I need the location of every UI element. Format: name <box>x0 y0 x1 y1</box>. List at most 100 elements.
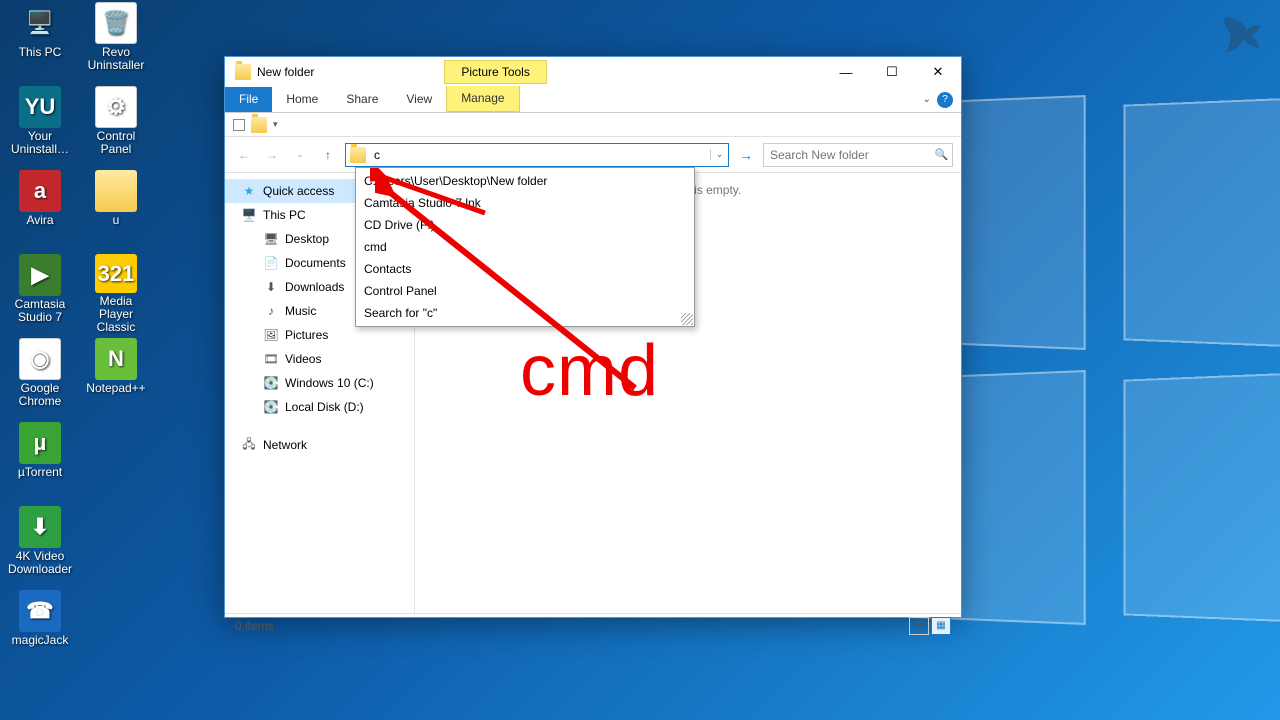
icons-view-button[interactable]: ▦ <box>931 617 951 635</box>
sidebar-icon: 🖥️ <box>241 207 257 223</box>
desktop-icon-label: Revo Uninstaller <box>81 46 151 72</box>
details-view-button[interactable]: ☰ <box>909 617 929 635</box>
desktop-icon[interactable]: N Notepad++ <box>81 338 151 418</box>
autocomplete-item[interactable]: Contacts <box>356 258 694 280</box>
address-bar[interactable]: ⌄ <box>345 143 729 167</box>
recent-dropdown-icon[interactable]: ⌄ <box>289 144 311 166</box>
app-icon: 🖥️ <box>19 2 61 44</box>
tab-view[interactable]: View <box>392 87 446 112</box>
desktop-icon[interactable]: u <box>81 170 151 250</box>
desktop-icon-label: Google Chrome <box>5 382 75 408</box>
desktop-icon-label: Your Uninstall… <box>5 130 75 156</box>
app-icon: ☎ <box>19 590 61 632</box>
desktop-icon-label: µTorrent <box>18 466 62 479</box>
desktop-icon[interactable]: ⬇4K Video Downloader <box>5 506 75 586</box>
sidebar-icon: 📄 <box>263 255 279 271</box>
sidebar-icon: 💽 <box>263 399 279 415</box>
app-icon: ⬇ <box>19 506 61 548</box>
context-tab-picture-tools[interactable]: Picture Tools <box>444 60 546 84</box>
address-dropdown-icon[interactable]: ⌄ <box>710 149 728 160</box>
desktop-icon[interactable]: 🗑️Revo Uninstaller <box>81 2 151 82</box>
app-icon: ⚙ <box>95 86 137 128</box>
sidebar-label: Network <box>263 438 307 452</box>
desktop-icon-label: Notepad++ <box>86 382 145 395</box>
forward-button[interactable]: → <box>261 144 283 166</box>
app-icon: ▶ <box>19 254 61 296</box>
sidebar-label: This PC <box>263 208 306 222</box>
go-button[interactable]: → <box>735 144 757 166</box>
sidebar-label: Desktop <box>285 232 329 246</box>
desktop-icon-label: Control Panel <box>81 130 151 156</box>
desktop-icon[interactable]: 🖥️ This PC <box>5 2 75 82</box>
autocomplete-item[interactable]: Search for "c" <box>356 302 694 324</box>
sidebar-label: Music <box>285 304 316 318</box>
minimize-button[interactable]: — <box>823 57 869 87</box>
sidebar-label: Quick access <box>263 184 334 198</box>
address-folder-icon <box>350 147 366 163</box>
desktop-icon-label: Media Player Classic <box>81 295 151 334</box>
app-icon: YU <box>19 86 61 128</box>
qat-checkbox[interactable] <box>233 119 245 131</box>
desktop-icon[interactable]: 321Media Player Classic <box>81 254 151 334</box>
app-icon: 321 <box>95 254 137 293</box>
sidebar-icon: ⬇ <box>263 279 279 295</box>
autocomplete-item[interactable]: cmd <box>356 236 694 258</box>
desktop-icon[interactable]: µ µTorrent <box>5 422 75 502</box>
sidebar-icon: 💽 <box>263 375 279 391</box>
app-icon: a <box>19 170 61 212</box>
tab-home[interactable]: Home <box>272 87 332 112</box>
search-icon[interactable]: 🔍 <box>931 148 952 161</box>
desktop-icon[interactable]: ◉Google Chrome <box>5 338 75 418</box>
ribbon-tabs: File Home Share View Manage ⌄ ? <box>225 87 961 113</box>
sidebar-label: Downloads <box>285 280 344 294</box>
tab-file[interactable]: File <box>225 87 272 112</box>
back-button[interactable]: ← <box>233 144 255 166</box>
tab-share[interactable]: Share <box>332 87 392 112</box>
search-input[interactable] <box>764 148 931 162</box>
autocomplete-item[interactable]: Camtasia Studio 7.lnk <box>356 192 694 214</box>
address-autocomplete-dropdown: C:\Users\User\Desktop\New folderCamtasia… <box>355 167 695 327</box>
resize-grip-icon[interactable] <box>681 313 693 325</box>
sidebar-icon: ♪ <box>263 303 279 319</box>
sidebar-item[interactable]: 🖧Network <box>225 433 414 457</box>
sidebar-item[interactable]: 💽 Local Disk (D:) <box>225 395 414 419</box>
sidebar-icon: ★ <box>241 183 257 199</box>
desktop-icon-label: 4K Video Downloader <box>5 550 75 576</box>
address-input[interactable] <box>370 144 710 166</box>
desktop-icon[interactable]: ☎magicJack <box>5 590 75 670</box>
sidebar-label: Videos <box>285 352 321 366</box>
sidebar-label: Windows 10 (C:) <box>285 376 374 390</box>
status-bar: 0 items ☰ ▦ <box>225 613 961 637</box>
tab-manage[interactable]: Manage <box>446 86 519 112</box>
sidebar-label: Local Disk (D:) <box>285 400 364 414</box>
maximize-button[interactable]: ☐ <box>869 57 915 87</box>
qat-folder-icon[interactable] <box>251 117 267 133</box>
autocomplete-item[interactable]: CD Drive (F:) <box>356 214 694 236</box>
desktop-icon[interactable]: ▶Camtasia Studio 7 <box>5 254 75 334</box>
desktop-icon-label: Avira <box>26 214 53 227</box>
desktop-icon[interactable]: YUYour Uninstall… <box>5 86 75 166</box>
close-button[interactable]: ✕ <box>915 57 961 87</box>
wallpaper-dragon-icon <box>1216 8 1270 62</box>
desktop-icon-label: This PC <box>19 46 62 59</box>
qat-dropdown-icon[interactable]: ▾ <box>273 119 278 130</box>
app-icon: N <box>95 338 137 380</box>
sidebar-item[interactable]: 💽 Windows 10 (C:) <box>225 371 414 395</box>
autocomplete-item[interactable]: Control Panel <box>356 280 694 302</box>
search-box[interactable]: 🔍 <box>763 143 953 167</box>
app-icon: µ <box>19 422 61 464</box>
sidebar-label: Documents <box>285 256 346 270</box>
sidebar-label: Pictures <box>285 328 328 342</box>
window-title: New folder <box>257 65 314 79</box>
desktop-icons: 🖥️This PC🗑️Revo UninstallerYUYour Uninst… <box>5 0 155 720</box>
up-button[interactable]: ↑ <box>317 144 339 166</box>
desktop-icon[interactable]: a Avira <box>5 170 75 250</box>
autocomplete-item[interactable]: C:\Users\User\Desktop\New folder <box>356 170 694 192</box>
sidebar-icon: 🖥 <box>263 231 279 247</box>
desktop-icon[interactable]: ⚙Control Panel <box>81 86 151 166</box>
sidebar-item[interactable]: 🎞Videos <box>225 347 414 371</box>
folder-icon <box>235 64 251 80</box>
item-count: 0 items <box>235 619 274 633</box>
help-icon[interactable]: ? <box>937 92 953 108</box>
ribbon-collapse-icon[interactable]: ⌄ <box>923 94 931 105</box>
